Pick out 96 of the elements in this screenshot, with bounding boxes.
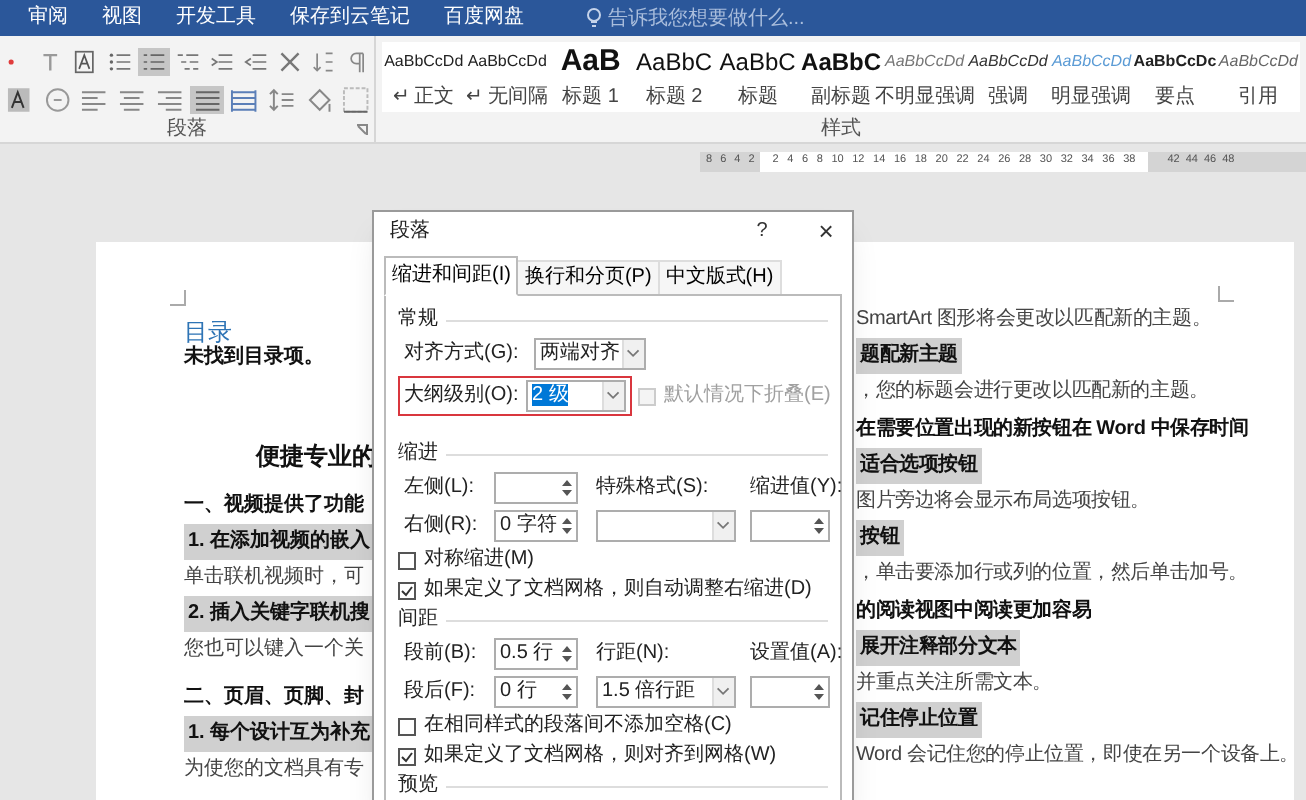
body-text: 单击联机视频时，可 [184, 566, 366, 590]
field-label: 段后(F): [404, 680, 478, 704]
tell-me-search[interactable]: 告诉我您想要做什么... [586, 3, 805, 33]
spin-field[interactable] [750, 676, 830, 708]
section-heading: 在需要位置出现的新按钮在 Word 中保存时间 [856, 418, 1251, 442]
field-label: 左侧(L): [404, 476, 476, 500]
spin-field[interactable]: 0.5 行 [494, 638, 578, 670]
spin-field[interactable]: 0 行 [494, 676, 578, 708]
field-label: 大纲级别(O): [404, 384, 520, 408]
caret-icon [712, 678, 734, 706]
body-text: SmartArt 图形将会更改以匹配新的主题。 [856, 308, 1214, 332]
subsection-heading: 1. 每个设计互为补充 [184, 716, 375, 752]
subsection-heading: 展开注释部分文本 [856, 630, 1021, 666]
checkbox[interactable]: 对称缩进(M) [398, 548, 828, 572]
ribbon-tab[interactable]: 保存到云笔记 [290, 8, 410, 28]
section-heading: 二、页眉、页脚、封 [184, 686, 366, 710]
ribbon-tab[interactable]: 开发工具 [176, 8, 256, 28]
body-text: ，您的标题会进行更改以匹配新的主题。 [856, 380, 1211, 404]
checkbox[interactable]: 如果定义了文档网格，则自动调整右缩进(D) [398, 578, 828, 602]
spin-field[interactable] [494, 472, 578, 504]
dialog-tab[interactable]: 缩进和间距(I) [384, 256, 519, 296]
subsection-heading: 按钮 [856, 520, 904, 556]
field-label: 行距(N): [596, 642, 672, 666]
crop-mark-icon [1218, 286, 1234, 302]
dialog-tab[interactable]: 中文版式(H) [659, 260, 782, 294]
subsection-heading: 题配新主题 [856, 338, 963, 374]
caret-icon [712, 512, 734, 540]
field-label: 特殊格式(S): [596, 476, 711, 500]
subsection-heading: 1. 在添加视频的嵌入 [184, 524, 375, 560]
subsection-heading: 适合选项按钮 [856, 448, 982, 484]
close-button[interactable]: × [812, 218, 840, 244]
subsection-heading: 记住停止位置 [856, 702, 982, 738]
ribbon-tab[interactable]: 百度网盘 [444, 8, 524, 28]
checkbox[interactable]: 在相同样式的段落间不添加空格(C) [398, 714, 828, 738]
bullet-list-icon[interactable] [104, 48, 136, 76]
section-label: 缩进 [398, 442, 438, 466]
group-label: 样式 [821, 120, 861, 140]
caret-icon [602, 382, 624, 410]
check-icon [400, 749, 414, 763]
style-item[interactable]: AaBbCcDd ↵ 无间隔 [465, 42, 549, 112]
body-text: 图片旁边将会显示布局选项按钮。 [856, 490, 1153, 514]
spin-arrows-icon [812, 680, 826, 704]
numbered-list-icon[interactable] [138, 48, 170, 76]
crop-mark-icon [170, 290, 186, 306]
toc-heading: 目录 [184, 318, 232, 346]
dropdown[interactable]: 两端对齐 [534, 338, 646, 370]
section-heading: 的阅读视图中阅读更加容易 [856, 600, 1094, 624]
section-label: 间距 [398, 608, 438, 632]
increase-indent-icon[interactable] [240, 48, 272, 76]
dialog-title: 段落 [390, 217, 430, 246]
field-label: 设置值(A): [750, 642, 845, 666]
multilevel-list-icon[interactable] [172, 48, 204, 76]
body-text: 为使您的文档具有专 [184, 758, 366, 782]
style-item[interactable]: AaBbCcDd ↵ 正文 [382, 42, 466, 112]
body-text: 您也可以键入一个关 [184, 638, 366, 662]
justify-icon[interactable] [189, 86, 225, 114]
dropdown[interactable] [596, 510, 736, 542]
subsection-heading: 2. 插入关键字联机搜 [184, 596, 375, 632]
style-item[interactable]: AaB 标题 1 [548, 42, 633, 112]
field-label: 对齐方式(G): [404, 342, 521, 366]
spin-arrows-icon [560, 476, 574, 500]
section-label: 常规 [398, 308, 438, 332]
toc-note: 未找到目录项。 [184, 346, 326, 370]
caret-icon [622, 340, 644, 368]
field-label: 段前(B): [404, 642, 479, 666]
spin-field[interactable]: 0 字符 [494, 510, 578, 542]
field-label: 右侧(R): [404, 514, 480, 538]
field-label: 缩进值(Y): [750, 476, 845, 500]
check-icon [400, 583, 414, 597]
dialog-tab[interactable]: 换行和分页(P) [518, 260, 660, 294]
section-label: 预览 [398, 774, 438, 798]
style-item[interactable]: AaBbCcDd 明显强调 [1049, 42, 1134, 112]
ribbon-tab[interactable]: 视图 [102, 8, 142, 28]
spin-arrows-icon [560, 680, 574, 704]
section-heading: 一、视频提供了功能 [184, 494, 366, 518]
help-button[interactable]: ? [748, 216, 776, 246]
style-item[interactable]: AaBbCcDc 要点 [1133, 42, 1217, 112]
spin-field[interactable] [750, 510, 830, 542]
style-item[interactable]: AaBbC 标题 2 [632, 42, 716, 112]
dialog-launcher-icon[interactable] [356, 124, 368, 136]
checkbox[interactable]: 如果定义了文档网格，则对齐到网格(W) [398, 744, 828, 768]
body-text: ，单击要添加行或列的位置，然后单击加号。 [856, 562, 1251, 586]
ribbon-tab[interactable]: 审阅 [28, 8, 68, 28]
spin-arrows-icon [812, 514, 826, 538]
group-label: 段落 [167, 120, 207, 140]
dropdown[interactable]: 2 级 [526, 380, 626, 412]
spin-arrows-icon [560, 514, 574, 538]
decrease-indent-icon[interactable] [206, 48, 238, 76]
spin-arrows-icon [560, 642, 574, 666]
lightbulb-icon[interactable] [586, 8, 602, 28]
style-item[interactable]: AaBbC 标题 [715, 42, 800, 112]
distributed-icon[interactable] [226, 86, 262, 114]
style-item[interactable]: AaBbCcDd 引用 [1216, 42, 1301, 112]
dropdown[interactable]: 1.5 倍行距 [596, 676, 736, 708]
body-text: 并重点关注所需文本。 [856, 672, 1055, 696]
body-text: Word 会记住您的停止位置，即使在另一个设备上。 [856, 744, 1294, 768]
